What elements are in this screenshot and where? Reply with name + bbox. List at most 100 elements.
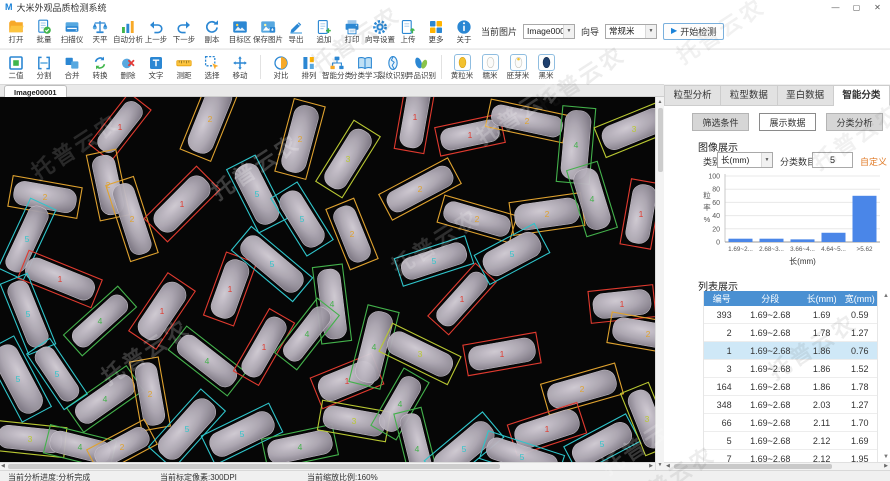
toolbar-duplicate-button[interactable]: 副本 <box>198 14 226 48</box>
scroll-right-icon[interactable]: ▶ <box>649 463 653 470</box>
toolbar-save-image-button[interactable]: 保存图片 <box>254 14 282 48</box>
grain-box[interactable]: 1 <box>428 263 496 334</box>
scrollbar-thumb[interactable] <box>658 108 663 172</box>
grain-box[interactable]: 2 <box>275 99 325 180</box>
start-detect-button[interactable]: ▶ 开始检测 <box>663 23 724 40</box>
table-row[interactable]: 21.69~2.681.781.27 <box>704 324 877 342</box>
grain-box[interactable]: 1 <box>620 179 655 249</box>
canvas-horizontal-scrollbar[interactable]: ◀ ▶ <box>0 462 655 470</box>
grain-box[interactable]: 2 <box>106 176 158 261</box>
toolbar-scanner-button[interactable]: 扫描仪 <box>58 14 86 48</box>
toolbar-delete-button[interactable]: 删除 <box>114 55 142 80</box>
table-row[interactable]: 1641.69~2.681.861.78 <box>704 378 877 396</box>
toolbar-crack-detect-button[interactable]: 裂纹识别 <box>379 55 407 80</box>
grain-box[interactable]: 5 <box>271 182 333 256</box>
image-canvas[interactable]: 1 2 2 3 1 1 2 4 <box>0 97 655 462</box>
toolbar-select-button[interactable]: 选择 <box>198 55 226 80</box>
toolbar-measure-button[interactable]: 测距 <box>170 55 198 80</box>
table-horizontal-scrollbar[interactable]: ◀ ▶ <box>664 462 890 470</box>
table-row[interactable]: 71.69~2.682.121.95 <box>704 450 877 462</box>
grain-box[interactable]: 3 <box>316 120 380 197</box>
grain-box[interactable]: 2 <box>541 363 624 415</box>
toolbar-merge-button[interactable]: 合并 <box>58 55 86 80</box>
table-row[interactable]: 3931.69~2.681.690.59 <box>704 306 877 324</box>
scrollbar-thumb[interactable] <box>674 464 832 469</box>
panel-subbutton-2[interactable]: 分类分析 <box>826 113 883 131</box>
minimize-button[interactable]: — <box>825 0 846 14</box>
toolbar-glutinous-rice-button[interactable]: 糯米 <box>476 54 504 80</box>
toolbar-binary-button[interactable]: 二值 <box>2 55 30 80</box>
toolbar-about-button[interactable]: 关于 <box>450 14 478 48</box>
toolbar-balance-button[interactable]: 天平 <box>86 14 114 48</box>
grain-box[interactable]: 2 <box>130 357 171 431</box>
scroll-down-icon[interactable]: ▼ <box>656 461 664 469</box>
toolbar-arrange-button[interactable]: 排列 <box>295 55 323 80</box>
grain-box[interactable]: 4 <box>168 326 246 396</box>
toolbar-append-button[interactable]: 追加 <box>310 14 338 48</box>
panel-tab-2[interactable]: 垩白数据 <box>778 85 834 106</box>
grain-box[interactable]: 2 <box>326 198 378 270</box>
chevron-down-icon[interactable]: ▼ <box>761 153 772 167</box>
grain-box[interactable]: 1 <box>89 97 151 161</box>
grain-box[interactable]: 2 <box>607 312 655 356</box>
grain-box[interactable]: 1 <box>463 332 541 375</box>
toolbar-split-button[interactable]: 分割 <box>30 55 58 80</box>
toolbar-foreign-detect-button[interactable]: 异品识别 <box>407 55 435 80</box>
toolbar-compare-button[interactable]: 对比 <box>267 55 295 80</box>
toolbar-convert-button[interactable]: 转换 <box>86 55 114 80</box>
panel-tab-0[interactable]: 粒型分析 <box>664 85 721 106</box>
toolbar-text-button[interactable]: 文字 <box>142 55 170 80</box>
toolbar-germ-rice-button[interactable]: 胚芽米 <box>504 54 532 80</box>
table-row[interactable]: 51.69~2.682.121.69 <box>704 432 877 450</box>
custom-link[interactable]: 自定义 <box>860 155 887 168</box>
toolbar-more-button[interactable]: 更多 <box>422 14 450 48</box>
chevron-down-icon[interactable]: ▼ <box>645 25 656 38</box>
table-row[interactable]: 3481.69~2.682.031.27 <box>704 396 877 414</box>
grain-box[interactable]: 1 <box>204 252 257 326</box>
toolbar-smart-classify-button[interactable]: 智能分类 <box>323 55 351 80</box>
scroll-right-icon[interactable]: ▶ <box>884 463 888 470</box>
canvas-vertical-scrollbar[interactable]: ▲ ▼ <box>655 97 664 470</box>
grain-box[interactable]: 2 <box>180 97 240 161</box>
toolbar-classify-learn-button[interactable]: 分类学习 <box>351 55 379 80</box>
wizard-select[interactable]: 常规米 ▼ <box>605 24 657 39</box>
grain-box[interactable]: 2 <box>437 195 517 243</box>
maximize-button[interactable]: ▢ <box>846 0 867 14</box>
toolbar-move-button[interactable]: 移动 <box>226 55 254 80</box>
panel-subbutton-1[interactable]: 展示数据 <box>759 113 816 131</box>
class-count-input[interactable] <box>812 152 853 168</box>
table-row[interactable]: 11.69~2.681.860.76 <box>704 342 877 360</box>
toolbar-target-region-button[interactable]: 目标区 <box>226 14 254 48</box>
table-scroll-up-icon[interactable]: ▲ <box>883 292 889 300</box>
grain-box[interactable]: 1 <box>144 166 220 242</box>
toolbar-export-button[interactable]: 导出 <box>282 14 310 48</box>
toolbar-prev-step-button[interactable]: 上一步 <box>142 14 170 48</box>
table-row[interactable]: 661.69~2.682.111.70 <box>704 414 877 432</box>
toolbar-black-rice-button[interactable]: 黑米 <box>532 54 560 80</box>
grain-box[interactable]: 3 <box>594 100 655 157</box>
panel-tab-3[interactable]: 智能分类 <box>834 85 890 106</box>
grain-box[interactable]: 1 <box>394 97 436 154</box>
grain-box[interactable]: 3 <box>379 323 461 384</box>
scrollbar-thumb[interactable] <box>8 464 500 469</box>
table-scroll-down-icon[interactable]: ▼ <box>883 453 889 461</box>
toolbar-next-step-button[interactable]: 下一步 <box>170 14 198 48</box>
chevron-down-icon[interactable]: ▼ <box>563 25 574 38</box>
scroll-left-icon[interactable]: ◀ <box>1 463 5 470</box>
toolbar-auto-analyze-button[interactable]: 自动分析 <box>114 14 142 48</box>
scroll-left-icon[interactable]: ◀ <box>666 463 670 470</box>
grain-box[interactable]: 2 <box>509 193 585 236</box>
toolbar-yellow-rice-button[interactable]: 黄粒米 <box>448 54 476 80</box>
toolbar-wizard-settings-button[interactable]: 向导设置 <box>366 14 394 48</box>
panel-tab-1[interactable]: 粒型数据 <box>721 85 777 106</box>
table-row[interactable]: 31.69~2.681.861.52 <box>704 360 877 378</box>
panel-subbutton-0[interactable]: 筛选条件 <box>692 113 749 131</box>
toolbar-upload-button[interactable]: 上传 <box>394 14 422 48</box>
current-image-select[interactable]: Image00001 ▼ <box>523 24 575 39</box>
toolbar-batch-button[interactable]: 批量 <box>30 14 58 48</box>
category-select[interactable]: 长(mm) ▼ <box>717 152 773 168</box>
toolbar-open-button[interactable]: 打开 <box>2 14 30 48</box>
toolbar-print-button[interactable]: 打印 <box>338 14 366 48</box>
scroll-up-icon[interactable]: ▲ <box>656 98 664 106</box>
close-button[interactable]: ✕ <box>867 0 888 14</box>
